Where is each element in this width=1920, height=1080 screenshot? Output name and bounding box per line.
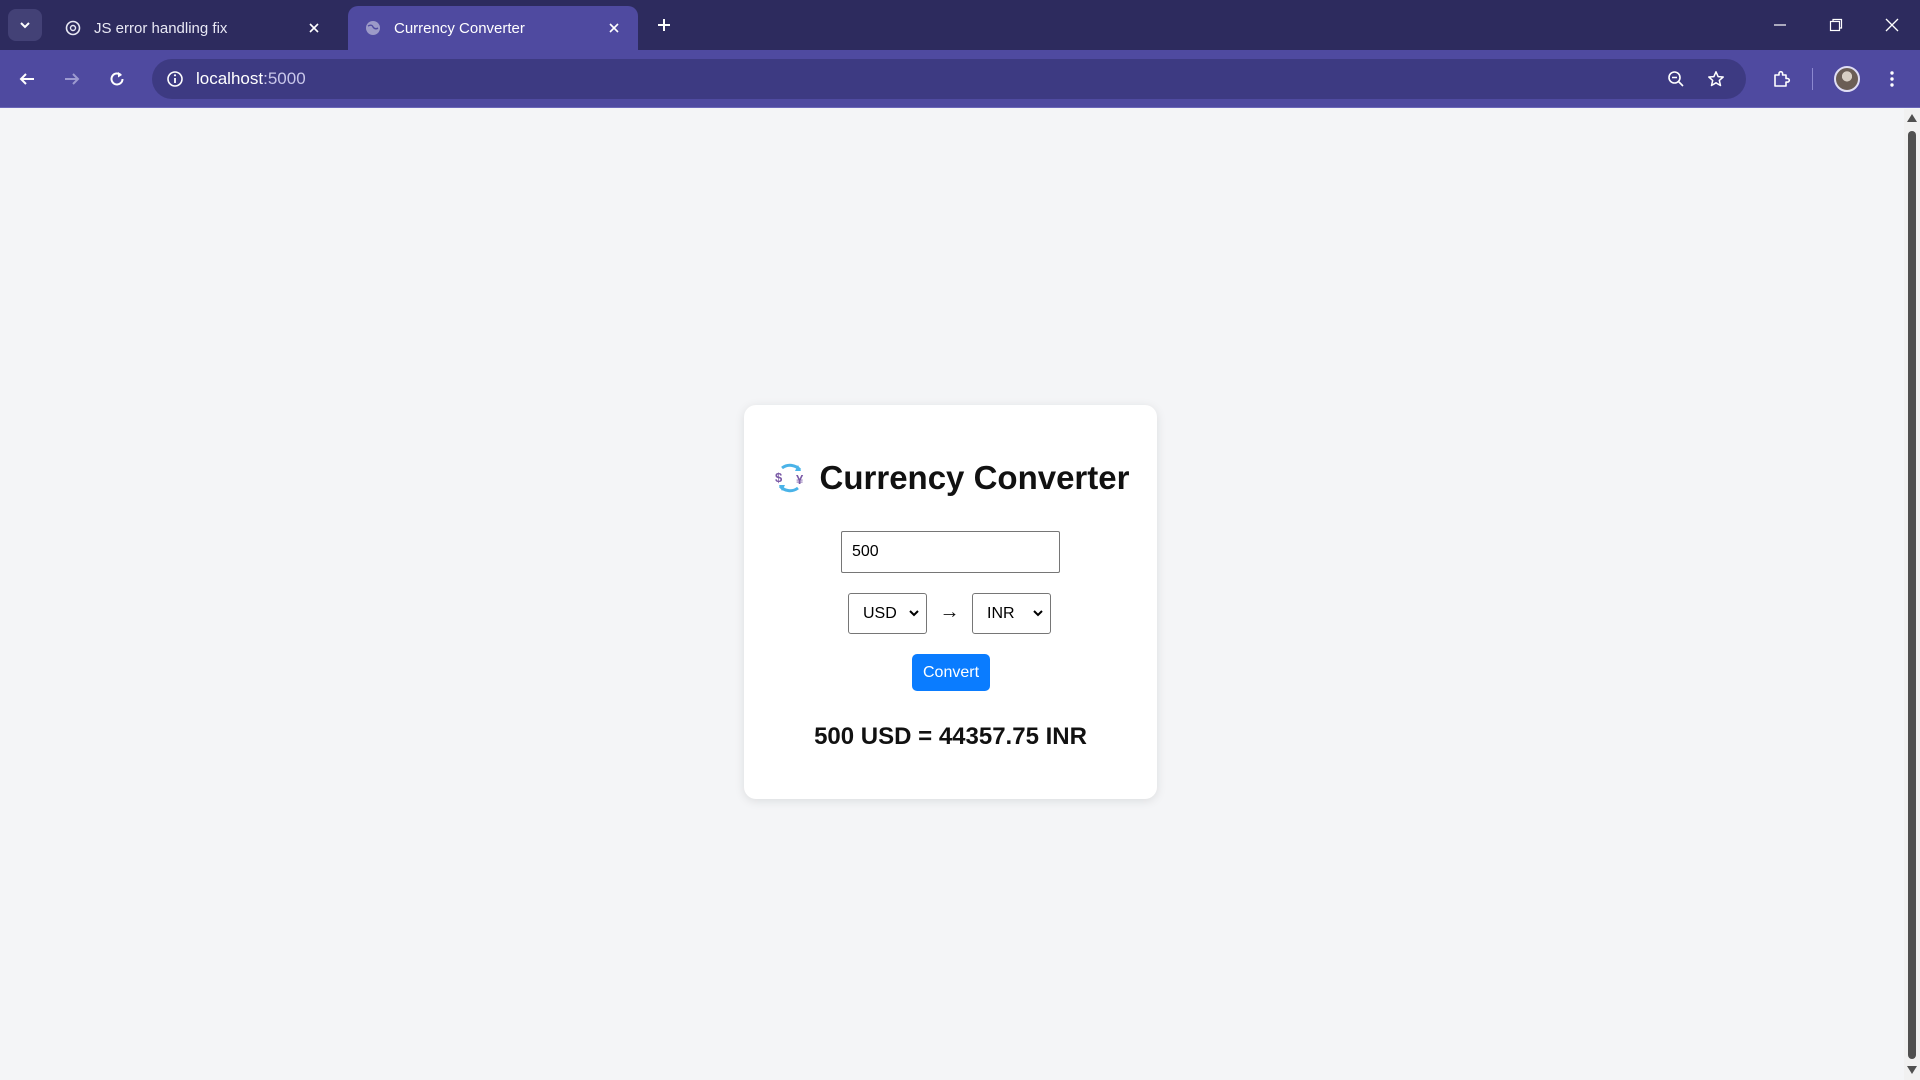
to-currency-value: INR [987, 604, 1015, 622]
page-title-text: Currency Converter [819, 459, 1130, 496]
extensions-button[interactable] [1766, 63, 1798, 95]
menu-button[interactable] [1876, 63, 1908, 95]
currency-exchange-icon: $ ¥ [772, 460, 808, 496]
url-text: localhost:5000 [196, 69, 306, 89]
scroll-up-icon[interactable] [1907, 113, 1917, 123]
globe-icon [364, 19, 382, 37]
scroll-down-icon[interactable] [1907, 1065, 1917, 1075]
puzzle-icon [1774, 70, 1791, 87]
converter-card: $ ¥ Currency Converter USD → INR Convert… [744, 405, 1157, 799]
url-port: :5000 [263, 69, 306, 88]
tab-currency-converter[interactable]: Currency Converter [348, 6, 638, 50]
chatgpt-icon [64, 19, 82, 37]
forward-button[interactable] [56, 63, 88, 95]
page-title: $ ¥ Currency Converter [744, 459, 1157, 497]
tab-search-button[interactable] [8, 9, 42, 41]
reload-icon [110, 72, 124, 86]
profile-avatar[interactable] [1834, 66, 1860, 92]
from-currency-select[interactable]: USD [848, 593, 927, 634]
minimize-button[interactable] [1752, 0, 1808, 50]
restore-button[interactable] [1808, 0, 1864, 50]
close-window-button[interactable] [1864, 0, 1920, 50]
scroll-thumb[interactable] [1908, 131, 1916, 1059]
more-vertical-icon [1890, 71, 1894, 87]
new-tab-button[interactable] [650, 11, 678, 39]
zoom-button[interactable] [1662, 65, 1690, 93]
convert-button[interactable]: Convert [912, 654, 990, 691]
to-currency-select[interactable]: INR [972, 593, 1051, 634]
vertical-scrollbar[interactable] [1904, 109, 1920, 1080]
tab-title: JS error handling fix [94, 19, 228, 37]
from-currency-value: USD [863, 604, 897, 622]
close-icon[interactable] [602, 16, 626, 40]
svg-text:¥: ¥ [796, 472, 804, 487]
address-bar[interactable]: localhost:5000 [152, 59, 1746, 99]
arrow-right-icon [65, 73, 80, 85]
svg-text:$: $ [775, 470, 783, 485]
window-controls [1752, 0, 1920, 50]
close-icon [1885, 18, 1899, 32]
arrow-left-icon [19, 73, 34, 85]
chevron-down-icon [909, 610, 919, 617]
browser-toolbar: localhost:5000 [0, 50, 1920, 108]
reload-button[interactable] [101, 63, 133, 95]
site-info-icon[interactable] [162, 66, 188, 92]
chevron-down-icon [20, 22, 30, 29]
conversion-result: 500 USD = 44357.75 INR [814, 723, 1087, 750]
tab-strip: JS error handling fix Currency Converter [0, 0, 1920, 50]
amount-input[interactable] [841, 531, 1060, 573]
plus-icon [658, 19, 670, 31]
minimize-icon [1774, 24, 1786, 26]
conversion-arrow: → [939, 601, 960, 623]
restore-icon [1829, 18, 1843, 32]
tab-title: Currency Converter [394, 19, 525, 37]
url-host: localhost [196, 69, 264, 88]
zoom-out-icon [1668, 71, 1684, 87]
bookmark-button[interactable] [1702, 65, 1730, 93]
toolbar-divider [1812, 68, 1813, 90]
back-button[interactable] [11, 63, 43, 95]
star-icon [1708, 71, 1724, 87]
tab-js-error-handling[interactable]: JS error handling fix [48, 6, 338, 50]
chevron-down-icon [1033, 610, 1043, 617]
close-icon[interactable] [302, 16, 326, 40]
